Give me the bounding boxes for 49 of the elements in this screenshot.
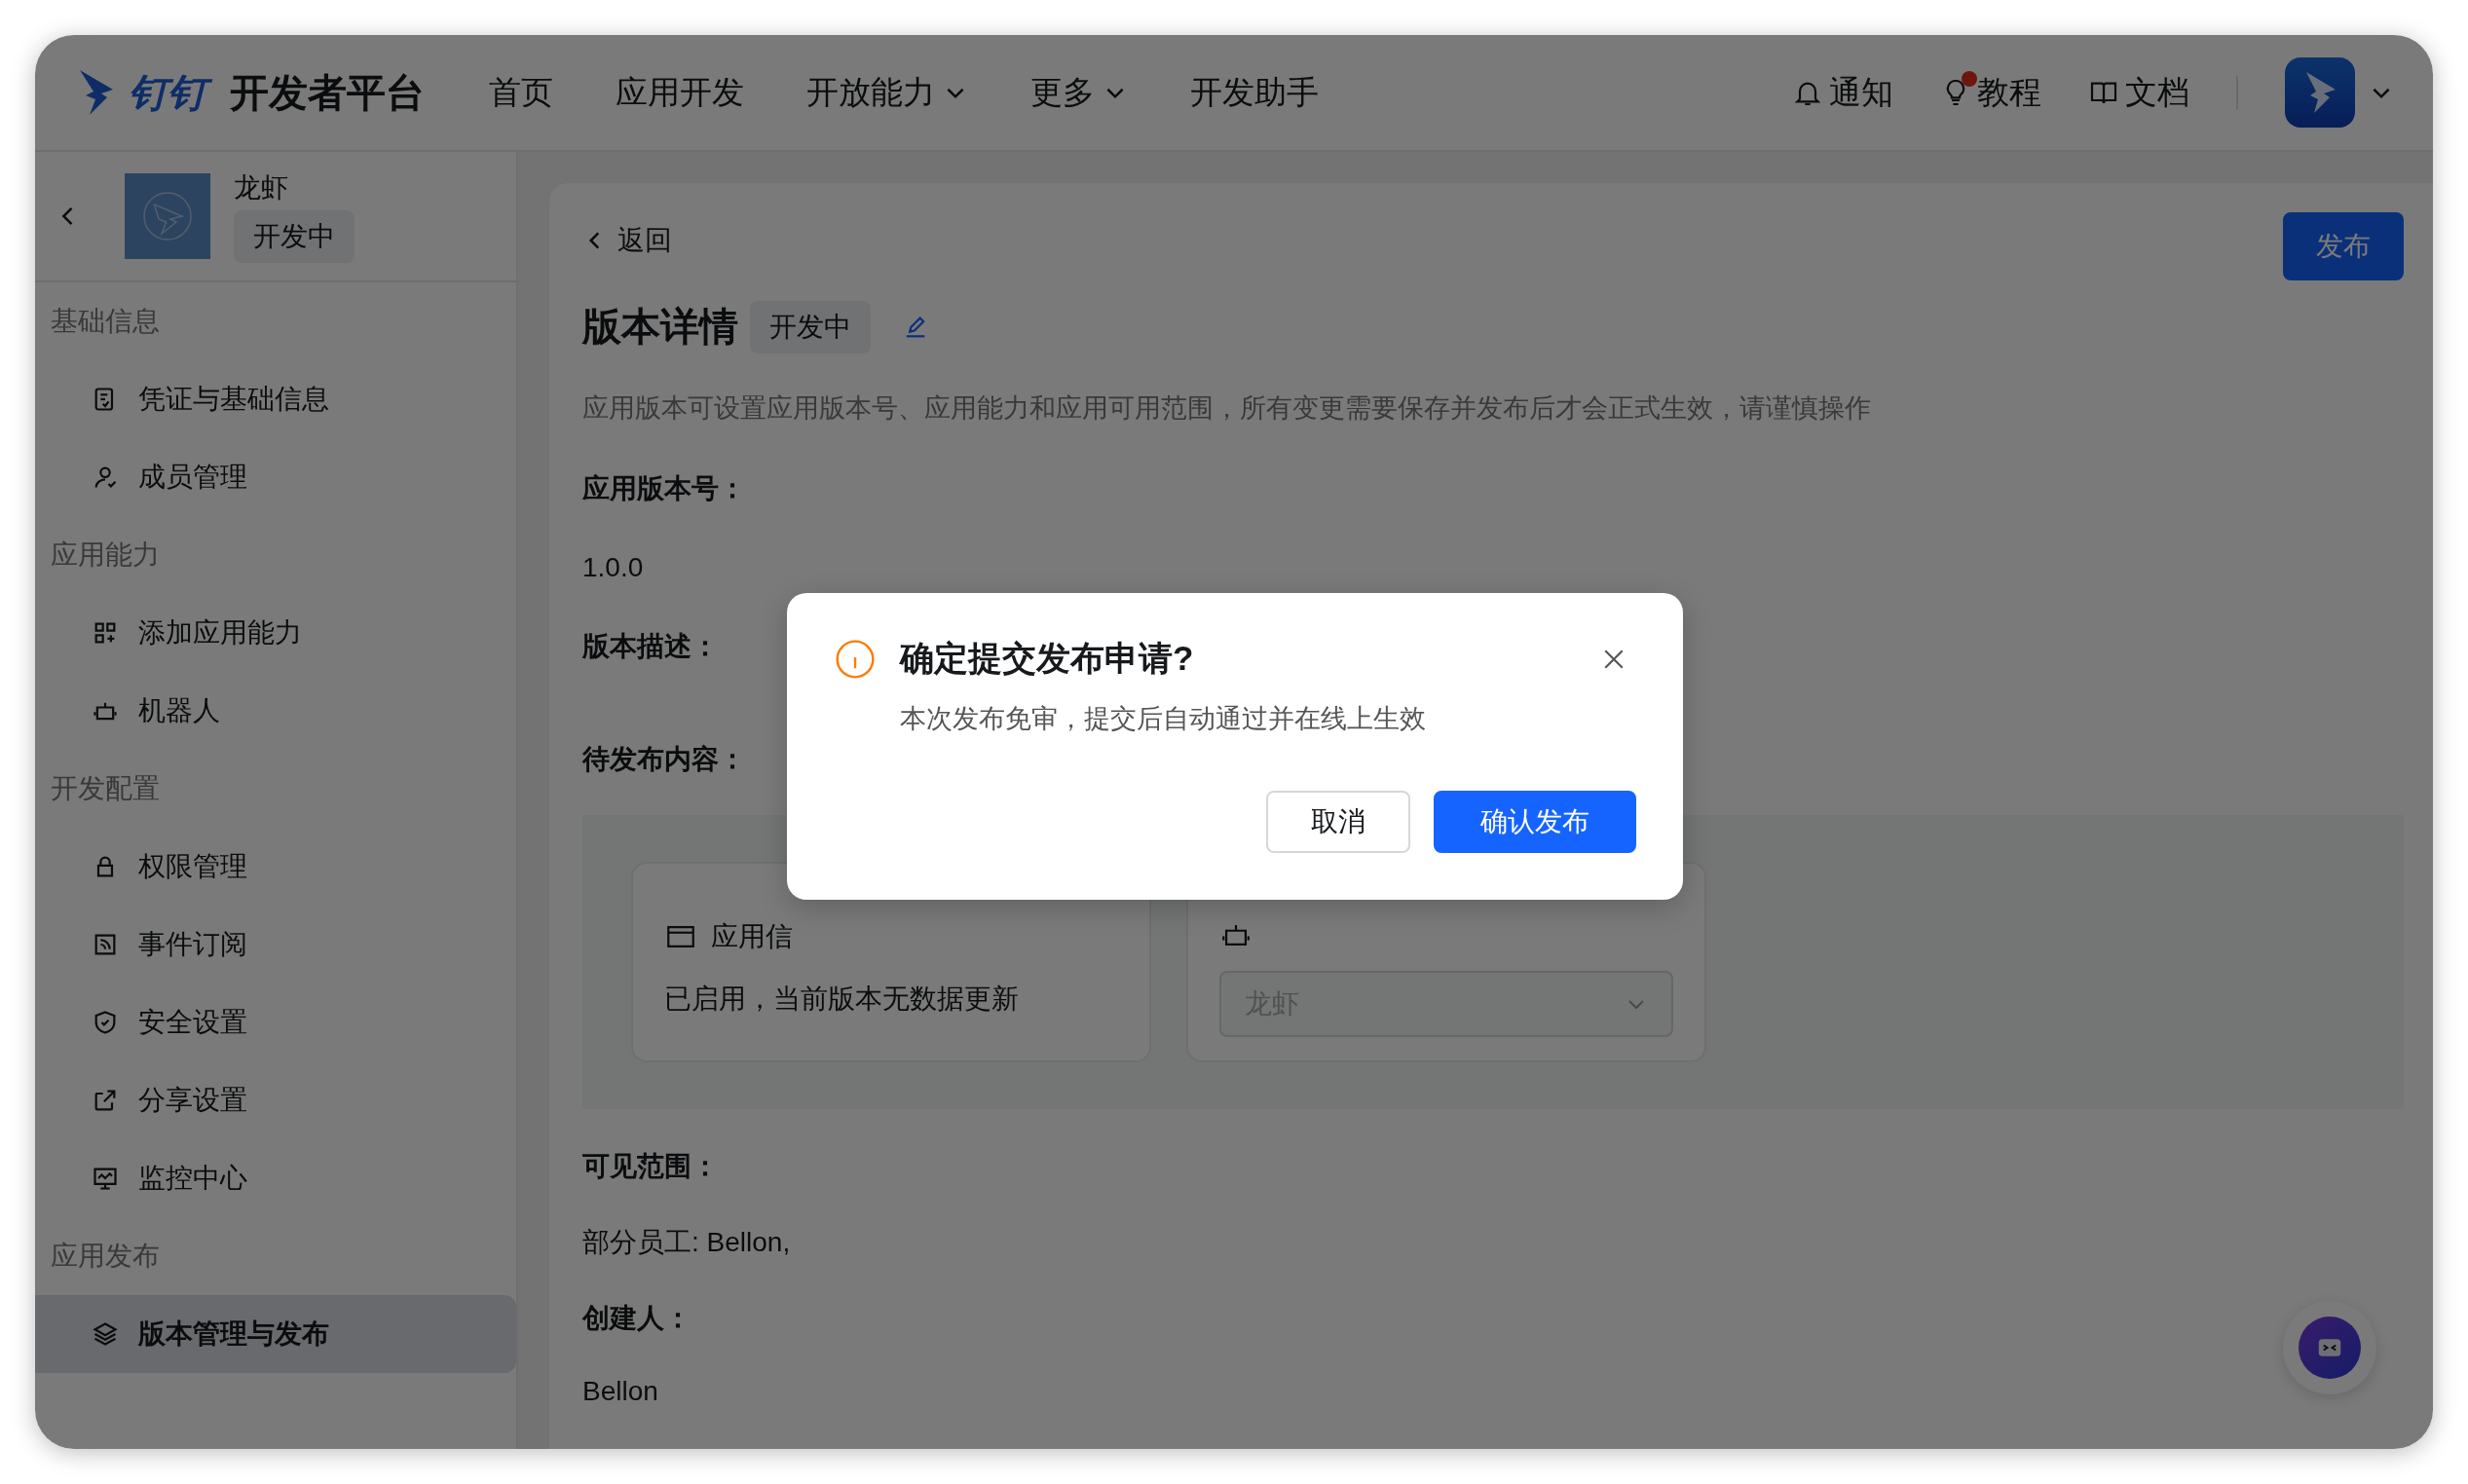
section-heading: 应用发布 xyxy=(50,1240,161,1273)
status-tag: 开发中 xyxy=(750,300,871,353)
confirm-button[interactable]: 确认发布 xyxy=(1434,791,1636,853)
section-heading: 基础信息 xyxy=(50,305,161,338)
nav-link[interactable]: 更多 xyxy=(1030,70,1128,115)
sidebar-item[interactable]: 添加应用能力 xyxy=(35,594,516,672)
dialog-title: 确定提交发布申请? xyxy=(900,638,1194,679)
sidebar-item[interactable]: 分享设置 xyxy=(35,1061,516,1139)
header-link[interactable]: 文档 xyxy=(2088,70,2189,115)
sidebar-item[interactable]: 机器人 xyxy=(35,672,516,750)
sidebar-item[interactable]: 事件订阅 xyxy=(35,906,516,983)
dialog-message: 本次发布免审，提交后自动通过并在线上生效 xyxy=(900,703,1427,735)
header-link[interactable]: 教程 xyxy=(1940,70,2041,115)
section-heading: 开发配置 xyxy=(50,772,161,805)
card-text: 已启用，当前版本无数据更新 xyxy=(664,983,1020,1016)
sidebar-item[interactable]: 监控中心 xyxy=(35,1139,516,1217)
field-value: 部分员工: Bellon, xyxy=(582,1226,791,1259)
back-link[interactable]: 返回 xyxy=(582,222,672,259)
sidebar-item[interactable]: 权限管理 xyxy=(35,828,516,906)
layers-icon xyxy=(92,1320,119,1348)
platform-title: 开发者平台 xyxy=(230,69,425,116)
nav-link[interactable]: 开发助手 xyxy=(1190,70,1319,115)
sidebar-item[interactable]: 成员管理 xyxy=(35,438,516,516)
sidebar-item[interactable]: 安全设置 xyxy=(35,983,516,1061)
sidebar-item[interactable]: 版本管理与发布 xyxy=(35,1295,516,1373)
card-title: 应用信 xyxy=(711,920,793,953)
sidebar-item[interactable]: 凭证与基础信息 xyxy=(35,360,516,438)
publish-button[interactable]: 发布 xyxy=(2283,212,2404,280)
description: 应用版本可设置应用版本号、应用能力和应用可用范围，所有变更需要保存并发布后才会正式生效，请谨慎操作 xyxy=(582,392,1872,425)
field-value: Bellon xyxy=(582,1376,658,1407)
page-title: 版本详情 xyxy=(582,304,738,350)
field-label: 应用版本号： xyxy=(582,472,746,505)
field-label: 版本描述： xyxy=(582,630,719,663)
nav-link[interactable]: 开放能力 xyxy=(806,70,968,115)
cancel-button[interactable]: 取消 xyxy=(1266,791,1410,853)
field-label: 可见范围： xyxy=(582,1150,719,1183)
status-tag: 开发中 xyxy=(234,210,355,263)
section-heading: 应用能力 xyxy=(50,538,161,572)
header-link[interactable]: 通知 xyxy=(1792,70,1893,115)
app-name: 龙虾 xyxy=(234,171,288,204)
info-icon xyxy=(834,637,877,681)
app-icon xyxy=(125,173,210,259)
field-value: 1.0.0 xyxy=(582,552,644,583)
field-label: 创建人： xyxy=(582,1302,692,1335)
field-label: 待发布内容： xyxy=(582,743,746,776)
nav-link[interactable]: 首页 xyxy=(489,70,553,115)
logo-text: 钉钉 xyxy=(127,63,214,122)
avatar[interactable] xyxy=(2285,57,2355,128)
nav-link[interactable]: 应用开发 xyxy=(616,70,744,115)
